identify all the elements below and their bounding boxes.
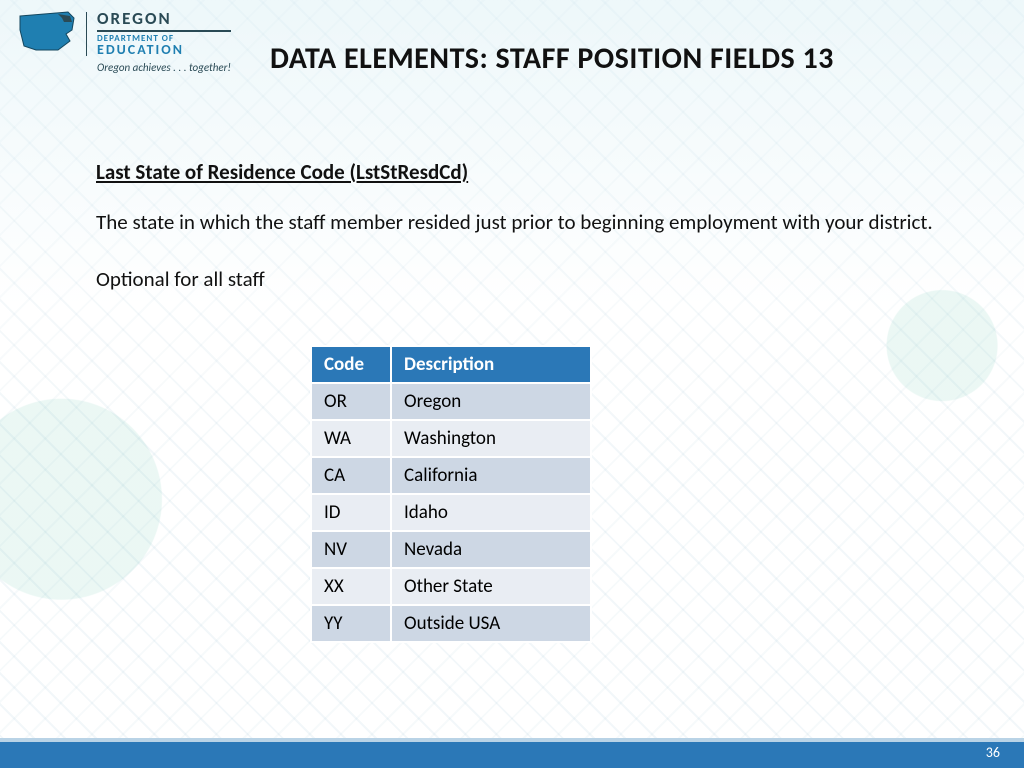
- table-row: CA California: [311, 457, 591, 494]
- field-label: Last State of Residence Code (LstStResdC…: [96, 158, 468, 186]
- cell-code: CA: [311, 457, 391, 494]
- slide-title: DATA ELEMENTS: STAFF POSITION FIELDS 13: [270, 40, 984, 77]
- codes-table: Code Description OR Oregon WA Washington…: [310, 345, 592, 643]
- table-row: XX Other State: [311, 568, 591, 605]
- logo-tagline: Oregon achieves . . . together!: [97, 61, 231, 74]
- table-row: YY Outside USA: [311, 605, 591, 642]
- body-text: Last State of Residence Code (LstStResdC…: [96, 158, 944, 293]
- footer-bar: 36: [0, 738, 1024, 768]
- logo-block: OREGON DEPARTMENT OF EDUCATION Oregon ac…: [18, 10, 231, 74]
- logo-divider-horizontal: [97, 30, 231, 32]
- table-header-row: Code Description: [311, 346, 591, 383]
- cell-desc: Idaho: [391, 494, 591, 531]
- cell-desc: Other State: [391, 568, 591, 605]
- field-definition: The state in which the staff member resi…: [96, 208, 944, 236]
- slide: OREGON DEPARTMENT OF EDUCATION Oregon ac…: [0, 0, 1024, 768]
- logo-state-text: OREGON: [97, 10, 231, 27]
- table-body: OR Oregon WA Washington CA California ID…: [311, 383, 591, 642]
- cell-code: YY: [311, 605, 391, 642]
- logo-divider-vertical: [86, 12, 87, 56]
- header-code: Code: [311, 346, 391, 383]
- field-rule: Optional for all staff: [96, 265, 944, 293]
- cell-code: NV: [311, 531, 391, 568]
- table-row: NV Nevada: [311, 531, 591, 568]
- table-row: OR Oregon: [311, 383, 591, 420]
- cell-desc: Washington: [391, 420, 591, 457]
- cell-code: WA: [311, 420, 391, 457]
- cell-desc: Nevada: [391, 531, 591, 568]
- cell-code: XX: [311, 568, 391, 605]
- table-row: ID Idaho: [311, 494, 591, 531]
- cell-desc: California: [391, 457, 591, 494]
- table-row: WA Washington: [311, 420, 591, 457]
- page-number: 36: [986, 744, 1000, 761]
- header-description: Description: [391, 346, 591, 383]
- cell-code: ID: [311, 494, 391, 531]
- cell-desc: Oregon: [391, 383, 591, 420]
- cell-desc: Outside USA: [391, 605, 591, 642]
- logo-education-text: EDUCATION: [97, 43, 231, 57]
- oregon-state-icon: [18, 10, 76, 56]
- cell-code: OR: [311, 383, 391, 420]
